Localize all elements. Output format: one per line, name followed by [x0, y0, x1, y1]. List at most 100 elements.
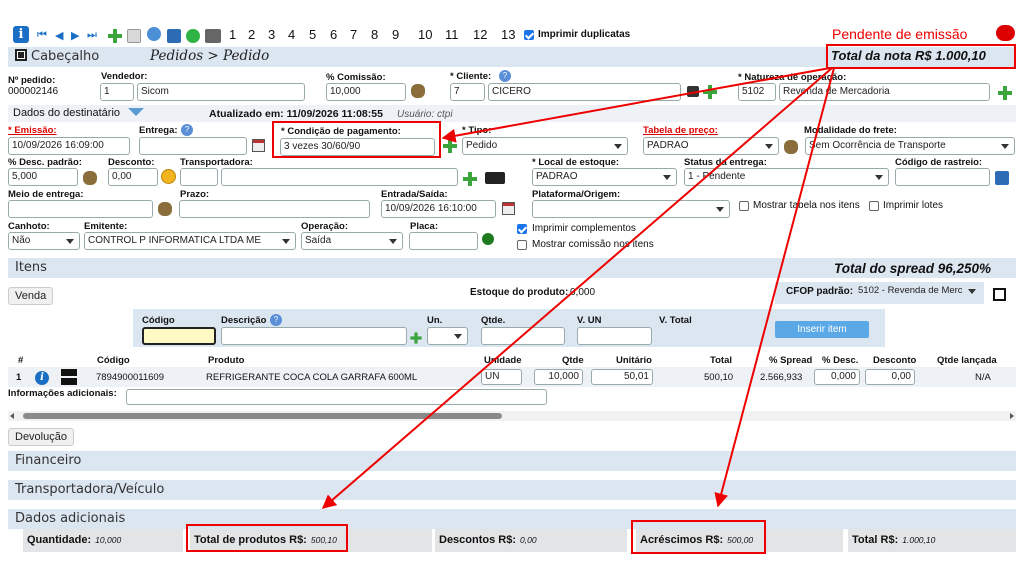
row-desc-pct-input[interactable]: 0,000: [814, 369, 860, 385]
add-icon[interactable]: [108, 29, 122, 43]
canhoto-select[interactable]: Não: [8, 232, 80, 250]
natureza-name-input[interactable]: Revenda de Mercadoria: [779, 83, 990, 101]
page-link[interactable]: 3: [268, 27, 275, 42]
un-insert-select[interactable]: [427, 327, 468, 345]
cliente-id-input[interactable]: 7: [450, 83, 485, 101]
page-link[interactable]: 8: [371, 27, 378, 42]
whatsapp-icon[interactable]: [186, 29, 200, 43]
help-icon[interactable]: ?: [181, 124, 193, 136]
help-icon[interactable]: ?: [270, 314, 282, 326]
first-page-icon[interactable]: ⏮: [37, 29, 47, 42]
truck-icon[interactable]: [485, 172, 505, 184]
devolucao-button[interactable]: Devolução: [8, 428, 74, 446]
page-link[interactable]: 5: [309, 27, 316, 42]
transportadora-name-input[interactable]: [221, 168, 458, 186]
desc-padrao-input[interactable]: 5,000: [8, 168, 78, 186]
page-link[interactable]: 1: [229, 27, 236, 42]
transportadora-bar[interactable]: Transportadora/Veículo: [8, 480, 1016, 500]
page-link[interactable]: 6: [330, 27, 337, 42]
mostrar-tabela-checkbox[interactable]: [739, 201, 749, 211]
desconto-input[interactable]: 0,00: [108, 168, 158, 186]
user-search-icon[interactable]: [411, 84, 425, 98]
tipo-select[interactable]: Pedido: [462, 137, 628, 155]
cliente-name-input[interactable]: CICERO: [488, 83, 681, 101]
natureza-id-input[interactable]: 5102: [738, 83, 776, 101]
page-link[interactable]: 12: [473, 27, 487, 42]
info-icon[interactable]: i: [13, 26, 29, 43]
inserir-item-button[interactable]: Inserir item: [775, 321, 869, 338]
entrega-input[interactable]: [139, 137, 247, 155]
qtde-insert-input[interactable]: [481, 327, 565, 345]
transportadora-id-input[interactable]: [180, 168, 218, 186]
status-entrega-select[interactable]: 1 - Pendente: [684, 168, 889, 186]
info-adicionais-input[interactable]: [126, 389, 547, 405]
grid-icon[interactable]: [61, 369, 77, 385]
printer-icon[interactable]: [205, 29, 221, 43]
tabela-select[interactable]: PADRAO: [643, 137, 779, 155]
add-transportadora-icon[interactable]: [463, 172, 477, 186]
descricao-insert-input[interactable]: [221, 327, 407, 345]
help-icon[interactable]: ?: [499, 70, 511, 82]
financeiro-bar[interactable]: Financeiro: [8, 451, 1016, 471]
prazo-input[interactable]: [179, 200, 370, 218]
email-icon[interactable]: [167, 29, 181, 43]
last-page-icon[interactable]: ⏭: [87, 29, 97, 42]
row-desconto-input[interactable]: 0,00: [865, 369, 915, 385]
prev-page-icon[interactable]: ◀: [55, 29, 63, 42]
row-unitario-input[interactable]: 50,01: [591, 369, 653, 385]
mostrar-comissao-checkbox[interactable]: [517, 240, 527, 250]
add-natureza-icon[interactable]: [998, 86, 1012, 100]
page-link[interactable]: 9: [392, 27, 399, 42]
page-link[interactable]: 2: [248, 27, 255, 42]
add-cliente-icon[interactable]: [703, 85, 717, 99]
scroll-right-icon[interactable]: [1010, 413, 1014, 419]
export-icon[interactable]: [147, 27, 161, 41]
emitente-select[interactable]: CONTROL P INFORMATICA LTDA ME: [84, 232, 296, 250]
dados-adicionais-bar[interactable]: Dados adicionais: [8, 509, 1016, 529]
page-link[interactable]: 10: [418, 27, 432, 42]
vendedor-id-input[interactable]: 1: [100, 83, 134, 101]
vendedor-name-input[interactable]: Sicom: [137, 83, 305, 101]
page-link[interactable]: 11: [445, 27, 459, 42]
vun-insert-input[interactable]: [577, 327, 652, 345]
dados-destinatario-label[interactable]: Dados do destinatário: [13, 107, 120, 119]
row-unidade-input[interactable]: UN: [481, 369, 522, 385]
rastreio-input[interactable]: [895, 168, 990, 186]
next-page-icon[interactable]: ▶: [71, 29, 79, 42]
delivery-icon[interactable]: [158, 202, 172, 216]
info-icon[interactable]: i: [35, 371, 49, 385]
dados-destinatario-bar[interactable]: [8, 105, 1016, 122]
entrada-saida-input[interactable]: 10/09/2026 16:10:00: [381, 200, 496, 218]
expand-icon[interactable]: [993, 288, 1006, 301]
comissao-input[interactable]: 10,000: [326, 83, 406, 101]
row-qtde-input[interactable]: 10,000: [534, 369, 583, 385]
scrollbar-thumb[interactable]: [23, 413, 502, 419]
operacao-select[interactable]: Saída: [301, 232, 403, 250]
cfop-select[interactable]: 5102 - Revenda de Merc: [855, 283, 981, 301]
local-estoque-select[interactable]: PADRAO: [532, 168, 677, 186]
page-link[interactable]: 7: [350, 27, 357, 42]
page-link[interactable]: 13: [501, 27, 515, 42]
imprimir-complementos-checkbox[interactable]: [517, 224, 527, 234]
add-produto-icon[interactable]: [410, 332, 422, 344]
coin-icon[interactable]: [161, 169, 176, 184]
plataforma-select[interactable]: [532, 200, 730, 218]
calendar-icon[interactable]: [252, 139, 265, 152]
modalidade-select[interactable]: Sem Ocorrência de Transporte: [805, 137, 1015, 155]
scroll-left-icon[interactable]: [10, 413, 14, 419]
copy-icon[interactable]: [127, 29, 141, 43]
placa-input[interactable]: [409, 232, 478, 250]
emissao-input[interactable]: 10/09/2026 16:09:00: [8, 137, 130, 155]
calendar-icon[interactable]: [502, 202, 515, 215]
tracking-icon[interactable]: [995, 171, 1009, 185]
add-condicao-icon[interactable]: [443, 139, 457, 153]
price-icon[interactable]: [784, 140, 798, 154]
imprimir-duplicatas-checkbox[interactable]: [524, 30, 534, 40]
imprimir-lotes-checkbox[interactable]: [869, 201, 879, 211]
page-link[interactable]: 4: [288, 27, 295, 42]
book-icon[interactable]: [687, 86, 699, 97]
meio-entrega-input[interactable]: [8, 200, 153, 218]
youtube-icon[interactable]: [996, 25, 1015, 41]
chevron-down-icon[interactable]: [128, 108, 144, 116]
venda-button[interactable]: Venda: [8, 287, 54, 305]
